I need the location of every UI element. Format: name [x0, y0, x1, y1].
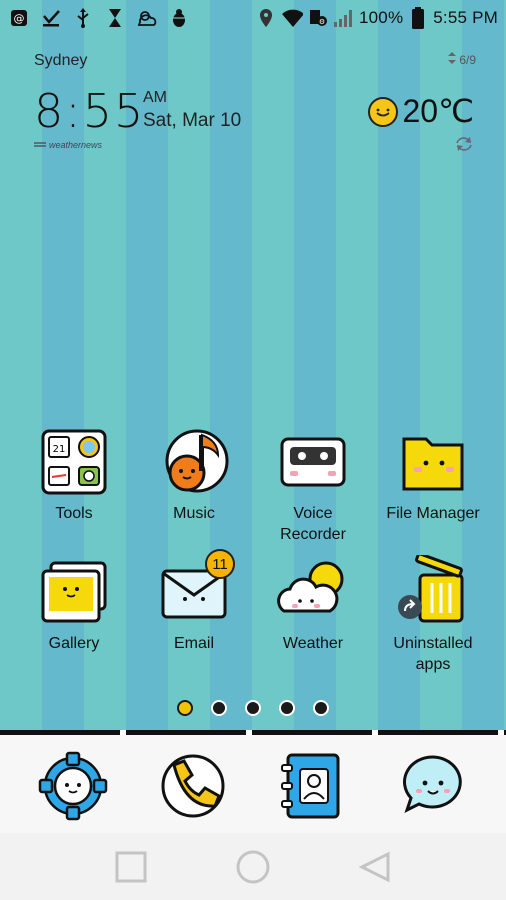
page-indicator-text: 6/9: [459, 52, 476, 67]
download-check-icon: [40, 7, 62, 29]
page-dot[interactable]: [245, 700, 261, 716]
app-label: Uninstalled apps: [393, 635, 473, 673]
battery-icon: [407, 7, 429, 29]
app-label: Tools: [55, 505, 93, 522]
provider-logo-icon: [34, 142, 46, 147]
app-label: Music: [173, 505, 215, 522]
svg-text:@: @: [14, 12, 25, 25]
back-button[interactable]: [355, 847, 395, 887]
widget-page-indicator[interactable]: 6/9: [448, 52, 476, 67]
app-label: Email: [173, 635, 214, 652]
widget-city: Sydney: [34, 52, 88, 69]
settings-gear-icon[interactable]: [36, 749, 110, 823]
app-voice-recorder[interactable]: Voice Recorder: [254, 425, 372, 545]
navigation-bar: [0, 833, 506, 900]
phone-handset-icon[interactable]: [156, 749, 230, 823]
sun-icon: [367, 96, 399, 133]
refresh-icon[interactable]: [454, 134, 474, 159]
tools-icon: 21: [37, 425, 111, 499]
app-weather[interactable]: Weather: [254, 555, 372, 654]
data-saver-icon: ⚙: [307, 7, 329, 29]
page-dot[interactable]: [279, 700, 295, 716]
provider-name: weathernews: [49, 140, 103, 150]
app-gallery[interactable]: Gallery: [15, 555, 133, 654]
app-label: Voice Recorder: [280, 505, 346, 543]
chat-bubble-icon[interactable]: [396, 749, 470, 823]
widget-time: 8:55: [34, 84, 146, 138]
svg-text:21: 21: [53, 444, 66, 455]
square-icon: [115, 851, 147, 882]
circle-icon: [236, 850, 270, 883]
widget-temperature: 20℃: [402, 93, 474, 129]
page-dot-active[interactable]: [177, 700, 193, 716]
at-sign-icon: @: [8, 7, 30, 29]
widget-ampm: AM: [143, 89, 167, 106]
home-page-indicator[interactable]: [0, 700, 506, 716]
signal-icon: [333, 7, 355, 29]
app-music[interactable]: Music: [135, 425, 253, 524]
bug-icon: [168, 7, 190, 29]
dock: [0, 735, 506, 833]
sun-cloud-icon: [276, 555, 350, 629]
unread-badge: 11: [205, 549, 235, 579]
wifi-icon: [281, 7, 303, 29]
back-triangle-icon: [358, 851, 390, 882]
app-label: Gallery: [48, 635, 100, 652]
music-note-icon: [157, 425, 231, 499]
svg-text:⚙: ⚙: [319, 18, 325, 26]
widget-date: Sat, Mar 10: [143, 110, 242, 131]
home-button[interactable]: [233, 847, 273, 887]
updown-arrow-icon: [448, 52, 457, 67]
gallery-photo-icon: [37, 555, 111, 629]
trash-can-icon: [396, 552, 470, 629]
recents-button[interactable]: [111, 847, 151, 887]
weather-provider: weathernews: [34, 140, 102, 150]
app-email[interactable]: 11 Email: [135, 549, 253, 654]
status-bar[interactable]: @ ⚙ 100% 5:55 PM: [0, 0, 506, 36]
app-uninstalled-apps[interactable]: Uninstalled apps: [374, 552, 492, 675]
app-file-manager[interactable]: File Manager: [374, 425, 492, 524]
app-label: File Manager: [386, 505, 480, 522]
folder-icon: [396, 425, 470, 499]
envelope-icon: 11: [157, 549, 235, 629]
usb-icon: [72, 7, 94, 29]
app-label: Weather: [282, 635, 344, 652]
cassette-icon: [276, 425, 350, 499]
page-dot[interactable]: [313, 700, 329, 716]
battery-level: 100%: [359, 8, 404, 27]
location-pin-icon: [255, 7, 277, 29]
hourglass-icon: [104, 7, 126, 29]
status-clock: 5:55 PM: [433, 8, 498, 27]
weather-cloud-icon: [136, 7, 158, 29]
app-tools[interactable]: 21 Tools: [15, 425, 133, 524]
contacts-book-icon[interactable]: [276, 749, 350, 823]
page-dot[interactable]: [211, 700, 227, 716]
